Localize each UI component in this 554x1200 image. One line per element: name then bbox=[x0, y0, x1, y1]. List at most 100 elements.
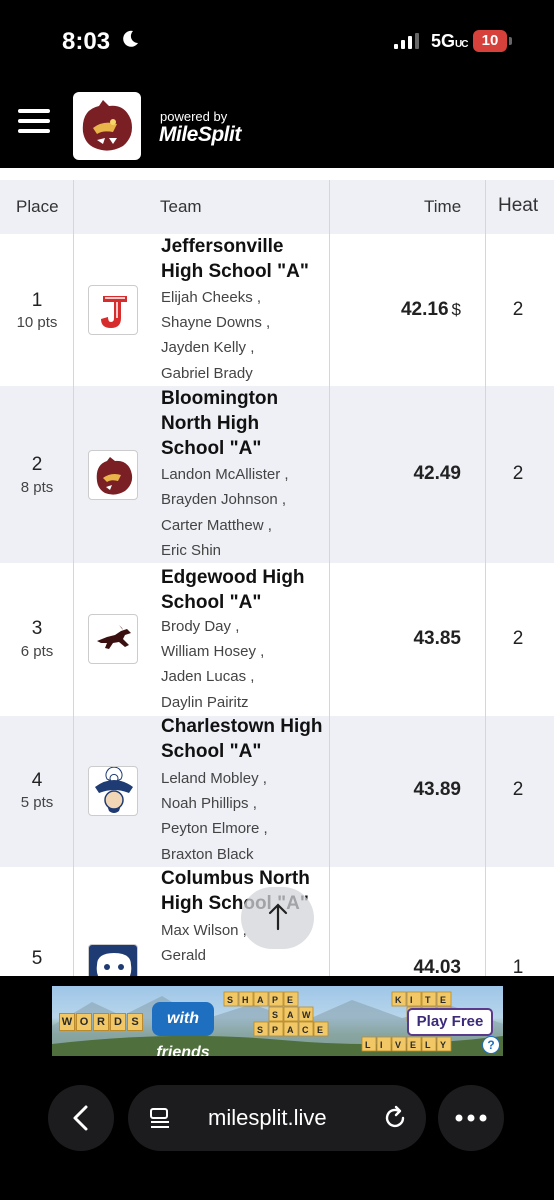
svg-text:S: S bbox=[257, 1025, 263, 1035]
athlete-name[interactable]: Landon McAllister , bbox=[161, 466, 289, 483]
athlete-name[interactable]: Jayden Kelly , bbox=[161, 339, 254, 356]
athlete-name[interactable]: Elijah Cheeks , bbox=[161, 289, 261, 306]
team-name[interactable]: Edgewood High School "A" bbox=[161, 565, 326, 615]
ellipsis-icon bbox=[455, 1114, 487, 1122]
athlete-name[interactable]: Noah Phillips , bbox=[161, 795, 257, 812]
svg-text:A: A bbox=[287, 1025, 294, 1035]
results-table: Place Team Time Heat 1 10 pts Jeffersonv… bbox=[0, 168, 554, 976]
athlete-name[interactable]: Daylin Pairitz bbox=[161, 694, 249, 711]
athlete-name[interactable]: Jaden Lucas , bbox=[161, 668, 254, 685]
athlete-name[interactable]: Gerald bbox=[161, 947, 206, 964]
svg-text:I: I bbox=[380, 1040, 383, 1050]
status-bar: 8:03 5GUC 10 bbox=[0, 0, 554, 84]
svg-text:C: C bbox=[302, 1025, 309, 1035]
athlete-name[interactable]: Peyton Elmore , bbox=[161, 820, 268, 837]
battery-cap bbox=[509, 37, 512, 45]
svg-text:A: A bbox=[257, 995, 264, 1005]
place-points: 6 pts bbox=[20, 643, 54, 660]
friends-badge: with friends bbox=[152, 1002, 214, 1056]
column-header-team[interactable]: Team bbox=[160, 197, 202, 217]
place-points: 5 pts bbox=[20, 794, 54, 811]
athlete-name[interactable]: Brody Day , bbox=[161, 618, 239, 635]
column-divider bbox=[73, 180, 74, 976]
table-row[interactable]: 3 6 pts Edgewood High School "A" Brody Da… bbox=[0, 563, 554, 716]
athlete-name[interactable]: Carter Matthew , bbox=[161, 517, 272, 534]
svg-text:E: E bbox=[440, 995, 446, 1005]
athlete-name[interactable]: Leland Mobley , bbox=[161, 770, 267, 787]
column-header-place[interactable]: Place bbox=[16, 197, 59, 217]
chevron-left-icon bbox=[73, 1105, 88, 1131]
heat-value: 2 bbox=[512, 299, 524, 320]
athlete-name[interactable]: William Hosey , bbox=[161, 643, 264, 660]
jeffersonville-j-icon bbox=[101, 296, 127, 328]
place-points: 8 pts bbox=[20, 479, 54, 496]
team-logo[interactable] bbox=[88, 285, 138, 335]
network-indicator: 5GUC bbox=[431, 31, 469, 51]
svg-text:I: I bbox=[410, 995, 413, 1005]
app-header: powered by MileSplit bbox=[0, 84, 554, 168]
team-logo[interactable] bbox=[88, 766, 138, 816]
back-button[interactable] bbox=[48, 1085, 114, 1151]
column-header-time[interactable]: Time bbox=[424, 197, 461, 217]
svg-text:A: A bbox=[287, 1010, 294, 1020]
svg-text:T: T bbox=[425, 995, 431, 1005]
battery-icon: 10 bbox=[473, 30, 507, 52]
column-divider bbox=[329, 180, 330, 976]
svg-text:E: E bbox=[410, 1040, 416, 1050]
signal-icon bbox=[394, 33, 419, 49]
team-logo[interactable] bbox=[88, 614, 138, 664]
athlete-name[interactable]: Max Wilson , bbox=[161, 922, 247, 939]
athlete-name[interactable]: Eric Shin bbox=[161, 542, 221, 559]
time-value: 43.85 bbox=[413, 628, 461, 649]
team-name[interactable]: Jeffersonville High School "A" bbox=[161, 234, 326, 284]
team-name[interactable]: Bloomington North High School "A" bbox=[161, 386, 326, 461]
milesplit-brand[interactable]: MileSplit bbox=[159, 123, 241, 147]
place-number: 1 bbox=[31, 290, 43, 311]
team-logo[interactable] bbox=[88, 450, 138, 500]
powered-by-label: powered by bbox=[160, 109, 228, 124]
heat-value: 1 bbox=[512, 957, 524, 976]
column-divider bbox=[485, 180, 486, 976]
reload-icon[interactable] bbox=[382, 1105, 408, 1131]
athlete-name[interactable]: Gabriel Brady bbox=[161, 365, 253, 382]
address-bar[interactable]: milesplit.live bbox=[128, 1085, 426, 1151]
school-logo[interactable] bbox=[73, 92, 141, 160]
svg-text:E: E bbox=[287, 995, 293, 1005]
heat-value: 2 bbox=[512, 628, 524, 649]
time-value: 43.89 bbox=[413, 779, 461, 800]
columbus-bulldog-icon bbox=[89, 945, 137, 976]
athlete-name[interactable]: Brayden Johnson , bbox=[161, 491, 286, 508]
table-header: Place Team Time Heat bbox=[0, 180, 554, 234]
url-text[interactable]: milesplit.live bbox=[208, 1105, 327, 1131]
athlete-name[interactable]: Braxton Black bbox=[161, 846, 254, 863]
place-number: 5 bbox=[31, 948, 43, 969]
table-row[interactable]: 4 5 pts Charlestown High School "A" Lelan… bbox=[0, 716, 554, 867]
place-points: 10 pts bbox=[16, 314, 58, 331]
bloomington-cougar-icon bbox=[96, 457, 133, 495]
svg-text:P: P bbox=[272, 995, 278, 1005]
team-logo[interactable] bbox=[88, 944, 138, 976]
athlete-name[interactable]: Shayne Downs , bbox=[161, 314, 270, 331]
ad-help-icon[interactable]: ? bbox=[482, 1036, 500, 1054]
more-options-button[interactable] bbox=[438, 1085, 504, 1151]
page-menu-icon[interactable] bbox=[148, 1106, 172, 1130]
ad-banner[interactable]: WORDS with friends SHAPE SAW SPACE KITE … bbox=[52, 986, 503, 1056]
table-row[interactable]: 2 8 pts Bloomington North High School "A" … bbox=[0, 386, 554, 563]
svg-text:V: V bbox=[395, 1040, 401, 1050]
column-header-heat[interactable]: Heat bbox=[498, 195, 538, 217]
svg-text:P: P bbox=[272, 1025, 278, 1035]
hamburger-menu-icon[interactable] bbox=[18, 109, 50, 133]
svg-text:W: W bbox=[302, 1010, 311, 1020]
team-name[interactable]: Charlestown High School "A" bbox=[161, 714, 326, 764]
place-number: 4 bbox=[31, 770, 43, 791]
time-mark: $ bbox=[451, 300, 461, 319]
clock: 8:03 bbox=[62, 28, 111, 55]
table-row[interactable]: 1 10 pts Jeffersonville High School "A" E… bbox=[0, 234, 554, 386]
time-value: 44.03 bbox=[413, 957, 461, 976]
arrow-up-icon bbox=[268, 903, 287, 931]
place-number: 2 bbox=[31, 454, 43, 475]
play-free-button[interactable]: Play Free bbox=[407, 1008, 493, 1036]
svg-text:E: E bbox=[317, 1025, 323, 1035]
svg-text:S: S bbox=[227, 995, 233, 1005]
scroll-to-top-button[interactable] bbox=[241, 887, 314, 949]
